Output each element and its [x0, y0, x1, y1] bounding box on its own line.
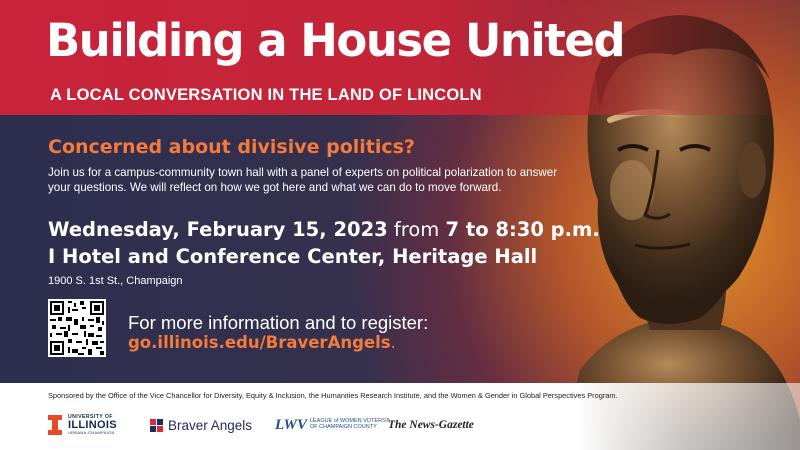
news-gazette-label: The News-Gazette: [388, 419, 474, 431]
event-venue: I Hotel and Conference Center, Heritage …: [48, 245, 538, 268]
event-address: 1900 S. 1st St., Champaign: [48, 275, 183, 287]
lwv-logo: LWV LEAGUE of WOMEN VOTERS® OF CHAMPAIGN…: [275, 412, 390, 438]
braver-angels-logo: Braver Angels: [150, 412, 252, 438]
lwv-line2: OF CHAMPAIGN COUNTY: [309, 424, 377, 430]
event-date-time: Wednesday, February 15, 2023 from 7 to 8…: [48, 218, 600, 241]
illinois-campus-label: URBANA-CHAMPAIGN: [68, 430, 115, 436]
register-label: For more information and to register:: [128, 312, 429, 333]
qr-code[interactable]: [48, 299, 106, 357]
intro-paragraph: Join us for a campus-community town hall…: [48, 166, 558, 194]
register-link-text[interactable]: go.illinois.edu/BraverAngels: [128, 333, 391, 352]
lwv-mark: LWV: [275, 416, 307, 433]
register-link[interactable]: go.illinois.edu/BraverAngels.: [128, 333, 396, 352]
illinois-logo: UNIVERSITY OF ILLINOIS URBANA-CHAMPAIGN: [48, 412, 117, 438]
illinois-block-i-icon: [48, 415, 62, 435]
register-link-suffix: .: [390, 333, 396, 352]
page-title: Building a House United: [46, 14, 626, 67]
sponsor-text: Sponsored by the Office of the Vice Chan…: [48, 391, 618, 400]
page-subtitle: A LOCAL CONVERSATION IN THE LAND OF LINC…: [50, 86, 482, 104]
braver-angels-mark-icon: [150, 418, 163, 432]
sponsor-footer: Sponsored by the Office of the Vice Chan…: [0, 383, 800, 450]
event-from: from: [393, 218, 440, 241]
braver-angels-label: Braver Angels: [168, 417, 253, 433]
event-time: 7 to 8:30 p.m.: [445, 218, 600, 241]
event-date: Wednesday, February 15, 2023: [48, 218, 388, 241]
headline-question: Concerned about divisive politics?: [48, 136, 415, 158]
news-gazette-logo: The News-Gazette: [388, 412, 474, 438]
